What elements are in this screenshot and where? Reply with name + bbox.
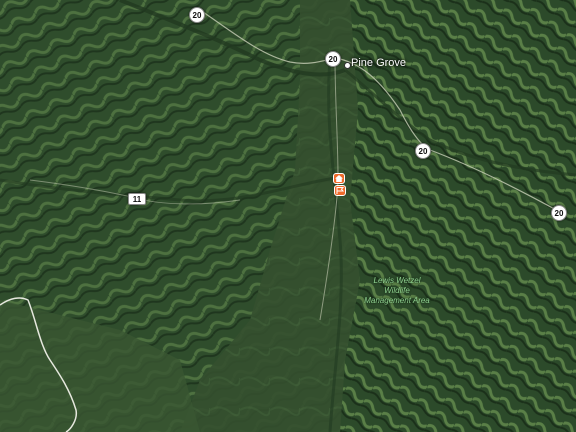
map-view[interactable]: 20 20 20 20 11 Pine Grove Lewis Wetzel W… [0, 0, 576, 432]
satellite-terrain [0, 0, 576, 432]
location-flag-icon [336, 187, 344, 194]
town-marker[interactable] [344, 62, 351, 69]
route-20-shield-pine-grove[interactable]: 20 [325, 51, 341, 67]
route-number: 20 [418, 146, 428, 156]
area-label-line: Wildlife [384, 286, 410, 295]
area-label-line: Lewis Wetzel [373, 276, 421, 285]
route-number: 20 [554, 208, 564, 218]
area-label-line: Management Area [364, 296, 430, 305]
location-pin[interactable] [334, 185, 346, 196]
town-label-pine-grove[interactable]: Pine Grove [351, 57, 406, 69]
route-number: 11 [132, 194, 142, 204]
home-pin[interactable] [333, 173, 345, 184]
route-number: 20 [328, 54, 338, 64]
wildlife-area-label[interactable]: Lewis Wetzel Wildlife Management Area [352, 276, 442, 306]
route-number: 20 [192, 10, 202, 20]
route-20-shield-north[interactable]: 20 [189, 7, 205, 23]
route-11-shield[interactable]: 11 [128, 193, 146, 205]
route-20-shield-southeast[interactable]: 20 [551, 205, 567, 221]
home-icon [335, 175, 343, 182]
route-20-shield-east[interactable]: 20 [415, 143, 431, 159]
